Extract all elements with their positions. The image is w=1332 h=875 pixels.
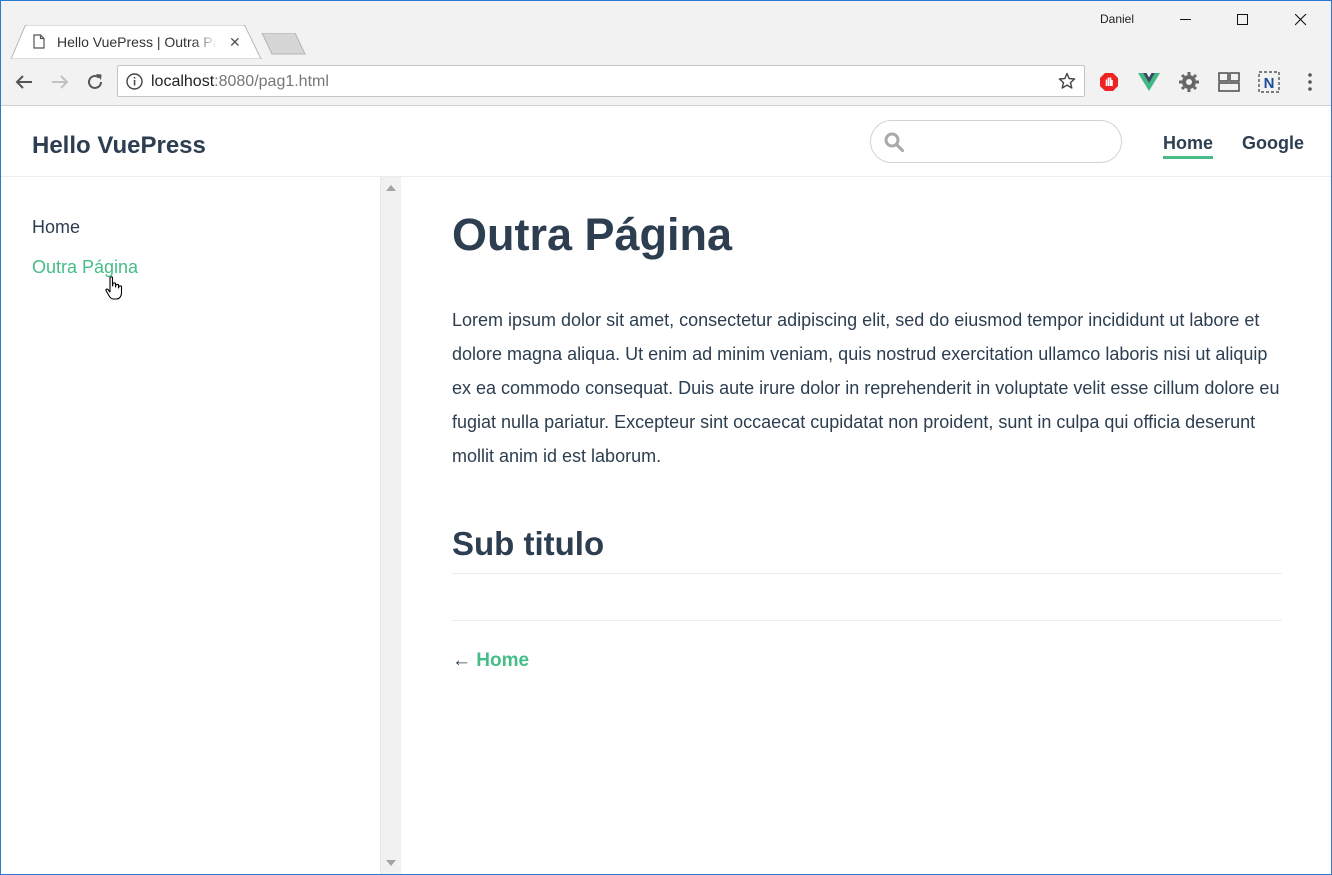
nav-link-google[interactable]: Google [1242,133,1304,154]
body-paragraph: Lorem ipsum dolor sit amet, consectetur … [452,310,1280,466]
forward-arrow-icon[interactable] [48,70,72,94]
prev-page-link[interactable]: ← Home [452,650,529,672]
browser-titlebar: Hello VuePress | Outra Página ✕ Daniel [1,1,1331,59]
sidebar-item-outra-pagina[interactable]: Outra Página [32,257,138,278]
nav-link-home[interactable]: Home [1163,133,1214,159]
sidebar-item-home[interactable]: Home [32,217,80,238]
page-divider [452,620,1282,621]
browser-toolbar: localhost:8080/pag1.html N [1,59,1331,106]
svg-text:N: N [1264,75,1275,92]
browser-tab[interactable]: Hello VuePress | Outra Página ✕ [11,25,262,59]
scroll-down-arrow-icon[interactable] [386,860,396,866]
scroll-up-arrow-icon[interactable] [386,185,396,191]
sidebar: Home Outra Página [1,177,381,874]
prev-page-label[interactable]: Home [476,650,529,671]
reload-icon[interactable] [83,70,107,94]
browser-window: Hello VuePress | Outra Página ✕ Daniel [0,0,1332,875]
back-arrow-icon[interactable] [12,70,36,94]
section-subtitle: Sub titulo [452,525,1282,574]
url-path: :8080/pag1.html [214,73,329,90]
minimize-icon[interactable] [1163,9,1209,31]
info-icon[interactable] [126,73,143,95]
adblock-icon[interactable] [1097,70,1121,94]
page-title: Outra Página [452,209,733,260]
site-name[interactable]: Hello VuePress [32,132,206,160]
search-icon [884,132,905,157]
page-icon [33,34,45,54]
profile-name[interactable]: Daniel [1100,12,1134,26]
hand-cursor-icon [104,276,124,307]
site-navbar: Hello VuePress Home Google [1,106,1331,177]
search-input[interactable] [911,129,1115,155]
layout-extension-icon[interactable] [1217,70,1241,94]
sidebar-scrollbar[interactable] [380,177,401,874]
url-host: localhost [151,73,215,90]
vue-devtools-icon[interactable] [1137,70,1161,94]
kebab-menu-icon[interactable] [1298,70,1322,94]
search-box[interactable] [870,120,1122,163]
tab-title: Hello VuePress | Outra Página [57,34,217,50]
window-close-icon[interactable] [1278,9,1324,31]
star-icon[interactable] [1058,72,1076,95]
maximize-icon[interactable] [1220,9,1266,31]
web-page: Hello VuePress Home Google Home Outra Pá… [1,106,1331,874]
gear-extension-icon[interactable] [1177,70,1201,94]
n-extension-icon[interactable]: N [1257,70,1281,94]
url-text: localhost:8080/pag1.html [151,73,329,91]
address-bar[interactable]: localhost:8080/pag1.html [117,65,1085,97]
prev-arrow: ← [452,650,471,671]
new-tab-button[interactable] [261,32,307,60]
close-icon[interactable]: ✕ [229,35,241,49]
